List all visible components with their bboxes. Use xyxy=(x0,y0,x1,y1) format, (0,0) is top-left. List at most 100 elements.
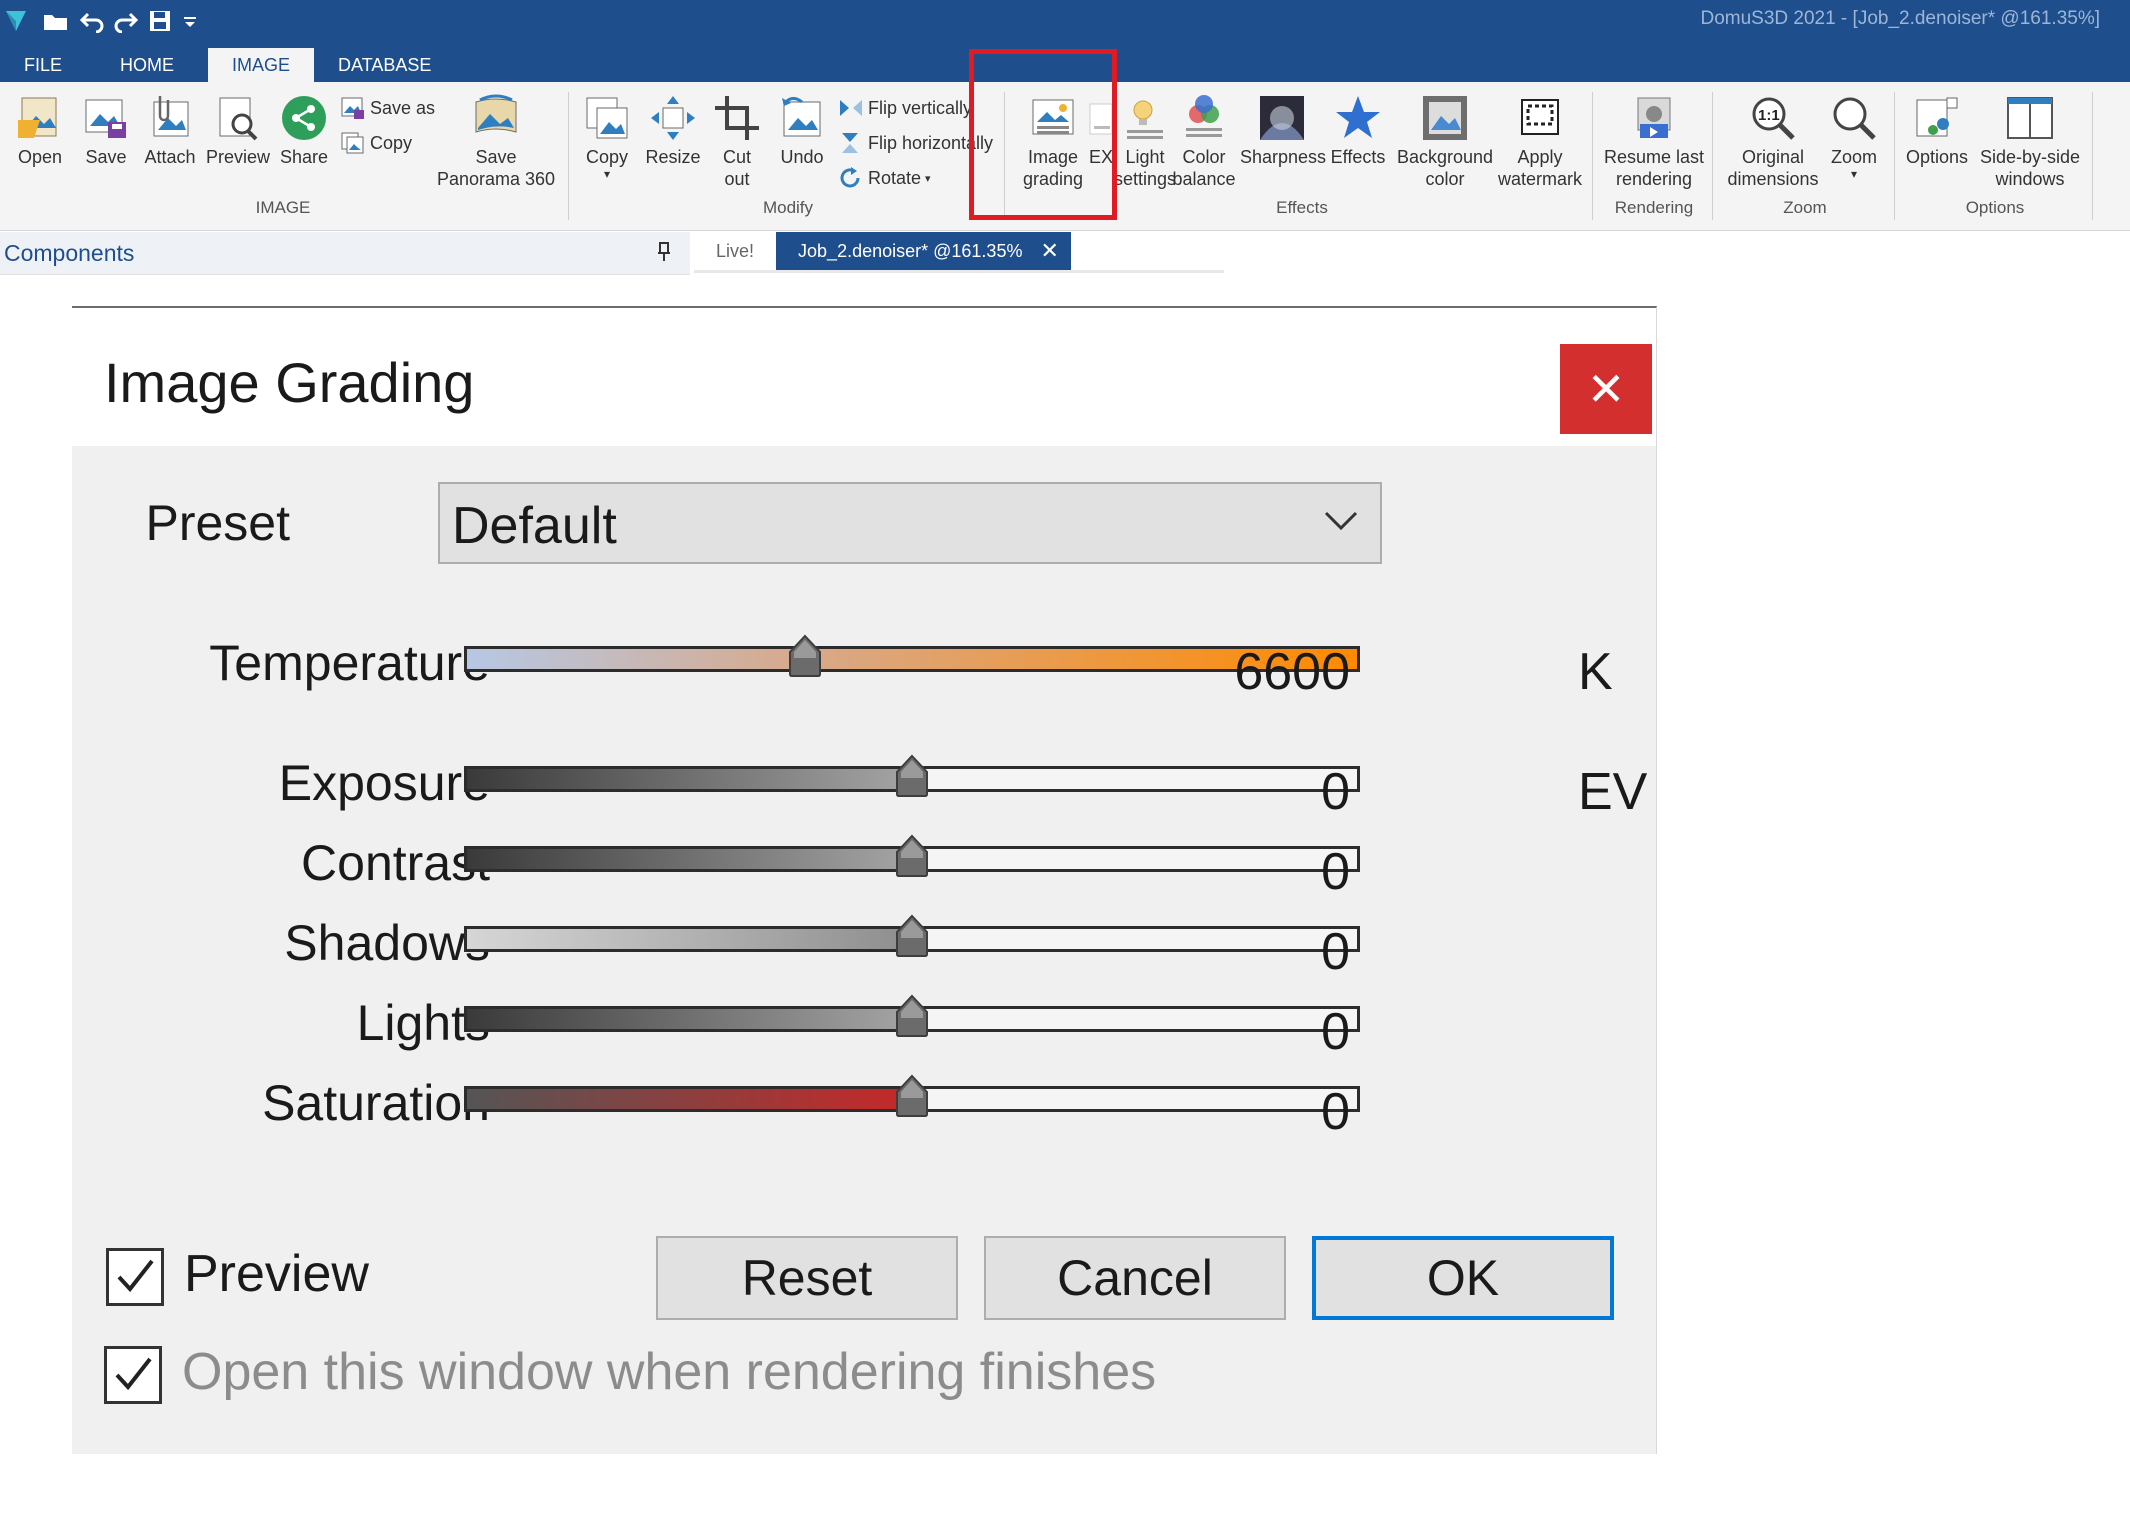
group-separator xyxy=(2092,92,2093,220)
light-settings-button[interactable]: Light settings xyxy=(1114,90,1176,190)
pin-icon[interactable] xyxy=(657,242,671,267)
resize-button[interactable]: Resize xyxy=(640,90,706,168)
original-dimensions-button[interactable]: 1:1 Original dimensions xyxy=(1718,90,1828,190)
effects-group-label: Effects xyxy=(1276,198,1328,217)
group-separator xyxy=(1592,92,1593,220)
flip-horizontally-button[interactable]: Flip horizontally xyxy=(838,131,993,155)
document-tabs: Live! Job_2.denoiser* @161.35% ✕ xyxy=(694,232,1071,270)
cut-out-button[interactable]: Cut out xyxy=(706,90,768,190)
panorama-360-icon xyxy=(436,90,556,146)
cancel-button[interactable]: Cancel xyxy=(984,1236,1286,1320)
shadows-slider-thumb[interactable] xyxy=(894,914,930,958)
window-title: DomuS3D 2021 - [Job_2.denoiser* @161.35%… xyxy=(1700,8,2100,29)
copy-image-icon xyxy=(341,132,364,154)
apply-watermark-button[interactable]: Apply watermark xyxy=(1496,90,1584,190)
shadows-label: Shadows xyxy=(284,915,490,971)
preview-button[interactable]: Preview xyxy=(204,90,272,168)
undo-button[interactable]: Undo xyxy=(770,90,834,168)
zoom-magnifier-icon xyxy=(1826,90,1882,146)
image-group-label: IMAGE xyxy=(255,198,311,217)
save-image-icon xyxy=(76,90,136,146)
open-on-finish-checkbox[interactable] xyxy=(104,1346,162,1404)
customize-quick-access-icon[interactable] xyxy=(182,6,198,36)
group-separator xyxy=(1004,92,1005,220)
flip-vertically-button[interactable]: Flip vertically xyxy=(838,96,972,120)
crop-icon xyxy=(706,90,768,146)
dialog-title: Image Grading xyxy=(104,351,475,414)
background-color-button[interactable]: Background color xyxy=(1392,90,1498,190)
zoom-button[interactable]: Zoom ▾ xyxy=(1826,90,1882,180)
tab-file[interactable]: FILE xyxy=(0,48,86,82)
saturation-fill xyxy=(467,1089,912,1109)
saturation-slider-thumb[interactable] xyxy=(894,1074,930,1118)
copy-small-button[interactable]: Copy xyxy=(340,131,412,155)
checkmark-icon xyxy=(115,1357,152,1391)
tab-job-document[interactable]: Job_2.denoiser* @161.35% ✕ xyxy=(776,232,1071,270)
contrast-slider-thumb[interactable] xyxy=(894,834,930,878)
resume-last-rendering-button[interactable]: Resume last rendering xyxy=(1598,90,1710,190)
save-as-button[interactable]: Save as xyxy=(340,96,435,120)
open-image-icon xyxy=(8,90,72,146)
checkmark-icon xyxy=(117,1259,154,1293)
exposure-slider-thumb[interactable] xyxy=(894,754,930,798)
contrast-label: Contrast xyxy=(301,835,490,891)
tab-home[interactable]: HOME xyxy=(86,48,208,82)
rotate-dropdown-arrow-icon[interactable]: ▾ xyxy=(925,172,931,185)
undo-icon[interactable] xyxy=(80,6,106,36)
group-separator xyxy=(568,92,569,220)
temperature-unit: K xyxy=(1578,643,1613,701)
color-balance-button[interactable]: Color balance xyxy=(1170,90,1238,190)
exposure-fill xyxy=(467,769,912,789)
side-by-side-windows-icon xyxy=(1974,90,2086,146)
saturation-label: Saturation xyxy=(262,1075,490,1131)
save-icon[interactable] xyxy=(148,6,172,36)
copy-icon xyxy=(574,90,640,146)
image-grading-icon xyxy=(1016,90,1090,146)
dialog-header: Image Grading ✕ xyxy=(72,308,1656,446)
redo-icon[interactable] xyxy=(112,6,138,36)
temperature-slider-thumb[interactable] xyxy=(787,634,823,678)
contrast-value: 0 xyxy=(1321,843,1350,901)
tab-live[interactable]: Live! xyxy=(694,232,776,270)
preset-label: Preset xyxy=(145,495,290,551)
preview-label: Preview xyxy=(184,1245,369,1303)
share-button[interactable]: Share xyxy=(274,90,334,168)
watermark-icon xyxy=(1496,90,1584,146)
open-button[interactable]: Open xyxy=(8,90,72,168)
saturation-value: 0 xyxy=(1321,1083,1350,1141)
preset-value: Default xyxy=(452,497,617,555)
image-grading-button[interactable]: Image grading xyxy=(1016,90,1090,190)
preview-magnifier-icon xyxy=(204,90,272,146)
sharpness-button[interactable]: Sharpness xyxy=(1240,90,1326,168)
ok-button[interactable]: OK xyxy=(1312,1236,1614,1320)
flip-horizontally-icon xyxy=(842,133,858,153)
preset-dropdown[interactable]: Default xyxy=(438,482,1382,564)
group-separator xyxy=(1712,92,1713,220)
dialog-close-button[interactable]: ✕ xyxy=(1560,344,1652,434)
shadows-fill xyxy=(467,929,912,949)
chevron-down-icon xyxy=(1324,510,1358,537)
lights-slider-thumb[interactable] xyxy=(894,994,930,1038)
tab-database[interactable]: DATABASE xyxy=(314,48,455,82)
reset-button[interactable]: Reset xyxy=(656,1236,958,1320)
rotate-button[interactable]: Rotate ▾ xyxy=(838,166,931,190)
side-by-side-windows-button[interactable]: Side-by-side windows xyxy=(1974,90,2086,190)
exposure-unit: EV xyxy=(1578,763,1648,821)
close-icon: ✕ xyxy=(1586,363,1626,415)
close-tab-icon[interactable]: ✕ xyxy=(1040,238,1058,264)
tab-image[interactable]: IMAGE xyxy=(208,48,315,82)
exif-button[interactable]: EX xyxy=(1088,90,1114,168)
effects-button[interactable]: Effects xyxy=(1326,90,1390,168)
save-button[interactable]: Save xyxy=(76,90,136,168)
preview-checkbox[interactable] xyxy=(106,1248,164,1306)
attach-button[interactable]: Attach xyxy=(140,90,200,168)
copy-dropdown-arrow-icon[interactable]: ▾ xyxy=(574,168,640,180)
components-panel-header: Components xyxy=(0,232,690,275)
save-panorama-button[interactable]: Save Panorama 360 xyxy=(436,90,556,190)
open-folder-icon[interactable] xyxy=(42,6,70,36)
copy-button[interactable]: Copy ▾ xyxy=(574,90,640,180)
options-button[interactable]: Options xyxy=(1902,90,1972,168)
zoom-dropdown-arrow-icon[interactable]: ▾ xyxy=(1826,168,1882,180)
flip-vertically-icon xyxy=(840,100,862,116)
rotate-icon xyxy=(840,167,860,188)
